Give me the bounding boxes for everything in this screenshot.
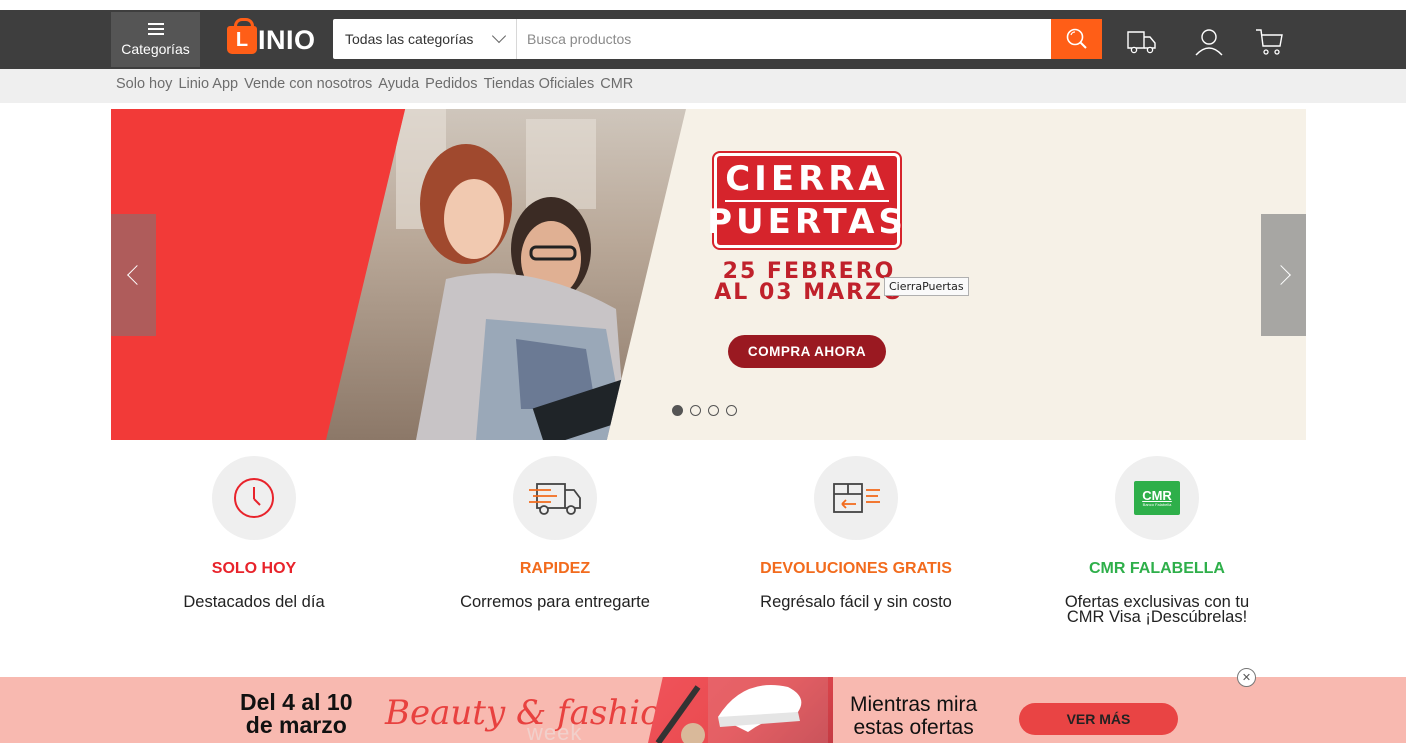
feature-solo-hoy[interactable]: SOLO HOY Destacados del día — [124, 456, 384, 610]
feature-icon-circle — [212, 456, 296, 540]
hamburger-icon — [147, 22, 164, 35]
logo-bag-icon: L — [227, 18, 257, 54]
subnav-item-tiendas[interactable]: Tiendas Oficiales — [484, 76, 595, 92]
promo-dates-line1: 25 FEBRERO — [722, 259, 896, 284]
promo-strip[interactable]: Del 4 al 10 de marzo Beauty & fashion we… — [0, 677, 1406, 743]
subnav-item-solo-hoy[interactable]: Solo hoy — [116, 76, 172, 92]
carousel-next-button[interactable] — [1261, 214, 1306, 336]
category-select-value: Todas las categorías — [345, 31, 474, 47]
feature-subtitle: Regrésalo fácil y sin costo — [760, 593, 952, 611]
compra-ahora-button[interactable]: COMPRA AHORA — [728, 335, 886, 368]
promo-title-line1: CIERRA — [725, 159, 889, 202]
feature-title: RAPIDEZ — [519, 560, 591, 577]
chevron-left-icon — [126, 265, 147, 285]
strip-product-image — [648, 677, 833, 743]
ver-mas-button[interactable]: VER MÁS — [1019, 703, 1178, 735]
carousel-dot-4[interactable] — [726, 405, 737, 416]
subnav-item-ayuda[interactable]: Ayuda — [378, 76, 419, 92]
categories-label: Categorías — [121, 40, 190, 57]
carousel-dot-3[interactable] — [708, 405, 719, 416]
feature-cmr[interactable]: CMR Banco Falabella CMR FALABELLA Oferta… — [1027, 456, 1287, 625]
carousel-dot-2[interactable] — [690, 405, 701, 416]
return-box-icon — [833, 483, 880, 513]
feature-rapidez[interactable]: RAPIDEZ Corremos para entregarte — [425, 456, 685, 610]
subnav-item-pedidos[interactable]: Pedidos — [425, 76, 477, 92]
feature-icon-circle — [513, 456, 597, 540]
feature-subtitle: Corremos para entregarte — [460, 593, 650, 611]
cmr-card-icon: CMR Banco Falabella — [1134, 481, 1180, 515]
promo-dates: 25 FEBRERO AL 03 MARZO — [704, 259, 914, 305]
logo-text: INIO — [258, 24, 316, 55]
feature-title: CMR FALABELLA — [1089, 560, 1225, 577]
feature-title: DEVOLUCIONES GRATIS — [760, 560, 952, 577]
carousel-indicators — [672, 405, 744, 416]
subnav-item-linio-app[interactable]: Linio App — [178, 76, 238, 92]
search-input[interactable] — [517, 19, 1051, 59]
carousel-dot-1[interactable] — [672, 405, 683, 416]
linio-logo[interactable]: L INIO — [227, 18, 316, 56]
strip-dates: Del 4 al 10 de marzo — [240, 689, 353, 738]
delivery-truck-icon — [529, 483, 581, 515]
truck-icon[interactable] — [1125, 27, 1159, 57]
feature-subtitle: Ofertas exclusivas con tu CMR Visa ¡Desc… — [1064, 593, 1250, 626]
search-icon — [1066, 28, 1087, 49]
top-header: Categorías L INIO Todas las categorías — [0, 0, 1406, 69]
feature-icon-circle: CMR Banco Falabella — [1115, 456, 1199, 540]
carousel-prev-button[interactable] — [111, 214, 156, 336]
feature-icon-circle — [814, 456, 898, 540]
subnav-item-cmr[interactable]: CMR — [600, 76, 633, 92]
promo-title-box: CIERRA PUERTAS — [707, 153, 903, 248]
user-icon[interactable] — [1192, 27, 1226, 57]
search-bar: Todas las categorías — [333, 19, 1102, 59]
feature-title: SOLO HOY — [211, 560, 297, 577]
feature-subtitle: Destacados del día — [183, 593, 325, 611]
subnav-item-vende[interactable]: Vende con nosotros — [244, 76, 372, 92]
category-select[interactable]: Todas las categorías — [333, 19, 517, 59]
promo-title-line2: PUERTAS — [707, 202, 907, 242]
hover-tooltip: CierraPuertas — [884, 277, 969, 296]
close-icon[interactable]: ✕ — [1237, 668, 1256, 687]
chevron-right-icon — [1270, 265, 1291, 285]
hero-carousel[interactable]: CIERRA PUERTAS 25 FEBRERO AL 03 MARZO Ci… — [111, 109, 1306, 440]
strip-week: week — [527, 720, 583, 743]
feature-devoluciones[interactable]: DEVOLUCIONES GRATIS Regrésalo fácil y si… — [726, 456, 986, 610]
search-button[interactable] — [1051, 19, 1102, 59]
sub-navigation: Solo hoy Linio App Vende con nosotros Ay… — [0, 69, 1406, 103]
categories-button[interactable]: Categorías — [111, 12, 200, 67]
chevron-down-icon — [491, 28, 507, 44]
clock-icon — [234, 478, 274, 518]
strip-message: Mientras mira estas ofertas — [850, 693, 978, 739]
cart-icon[interactable] — [1253, 27, 1287, 57]
promo-dates-line2: AL 03 MARZO — [714, 280, 904, 305]
